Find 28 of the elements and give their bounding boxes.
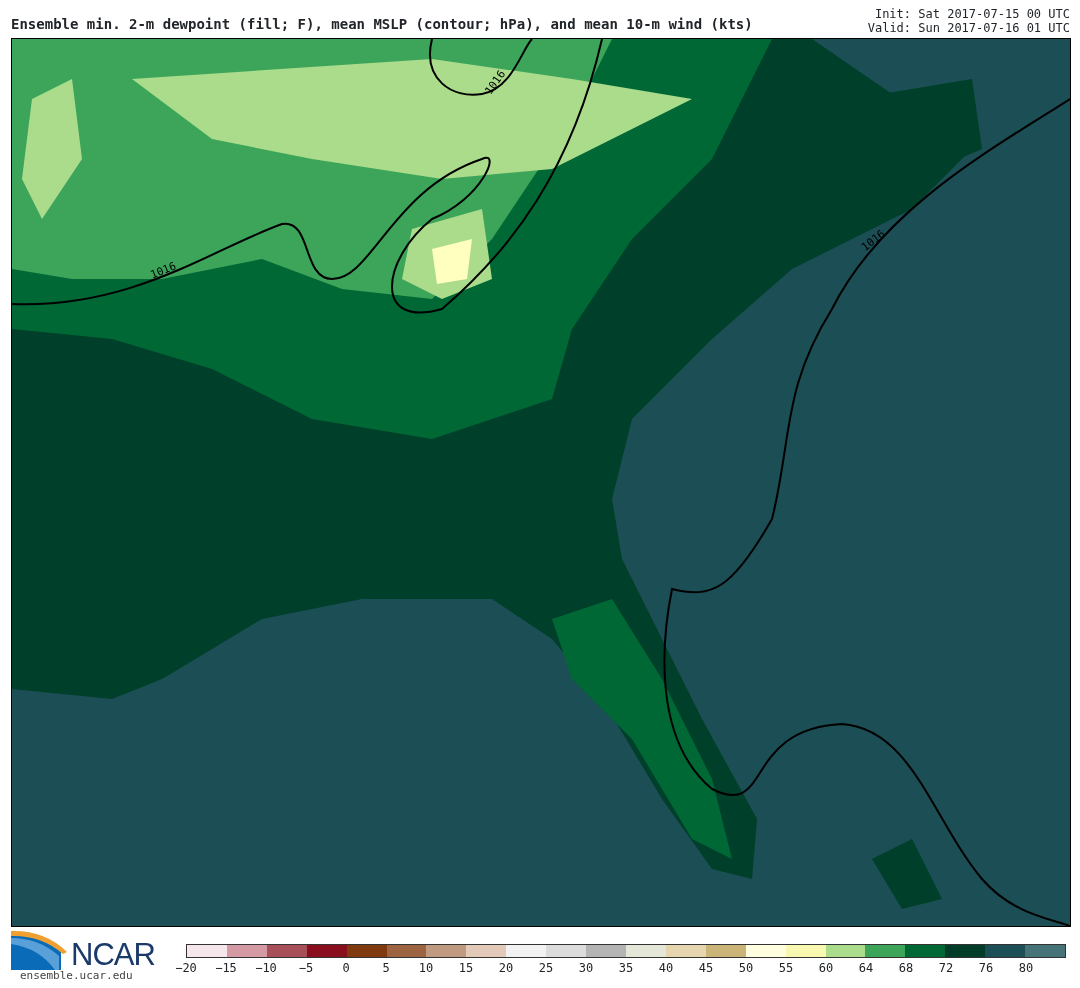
chart-title: Ensemble min. 2-m dewpoint (fill; F), mean MSLP (contour; hPa), and mean 10-m wind (kts) xyxy=(11,15,753,34)
valid-time: Valid: Sun 2017-07-16 01 UTC xyxy=(867,21,1070,35)
tick-label: 25 xyxy=(538,960,554,977)
tick-label: 55 xyxy=(778,960,794,977)
tick-label: 68 xyxy=(898,960,914,977)
tick-label: 5 xyxy=(382,960,390,977)
tick-label: 15 xyxy=(458,960,474,977)
contour-label: 1016 xyxy=(148,260,178,281)
tick-label: 45 xyxy=(698,960,714,977)
tick-label: 0 xyxy=(342,960,350,977)
website-url: ensemble.ucar.edu xyxy=(20,970,134,981)
tick-label: 30 xyxy=(578,960,594,977)
tick-label: −20 xyxy=(175,960,197,977)
tick-label: 10 xyxy=(418,960,434,977)
tick-label: 80 xyxy=(1018,960,1034,977)
tick-label: 76 xyxy=(978,960,994,977)
tick-label: 40 xyxy=(658,960,674,977)
logo-wordmark: NCAR xyxy=(71,939,155,970)
tick-label: 20 xyxy=(498,960,514,977)
tick-label: −10 xyxy=(255,960,277,977)
tick-label: −15 xyxy=(215,960,237,977)
tick-label: 64 xyxy=(858,960,874,977)
init-time: Init: Sat 2017-07-15 00 UTC xyxy=(873,7,1070,21)
tick-label: 60 xyxy=(818,960,834,977)
tick-label: −5 xyxy=(298,960,314,977)
tick-label: 72 xyxy=(938,960,954,977)
tick-label: 50 xyxy=(738,960,754,977)
tick-label: 35 xyxy=(618,960,634,977)
